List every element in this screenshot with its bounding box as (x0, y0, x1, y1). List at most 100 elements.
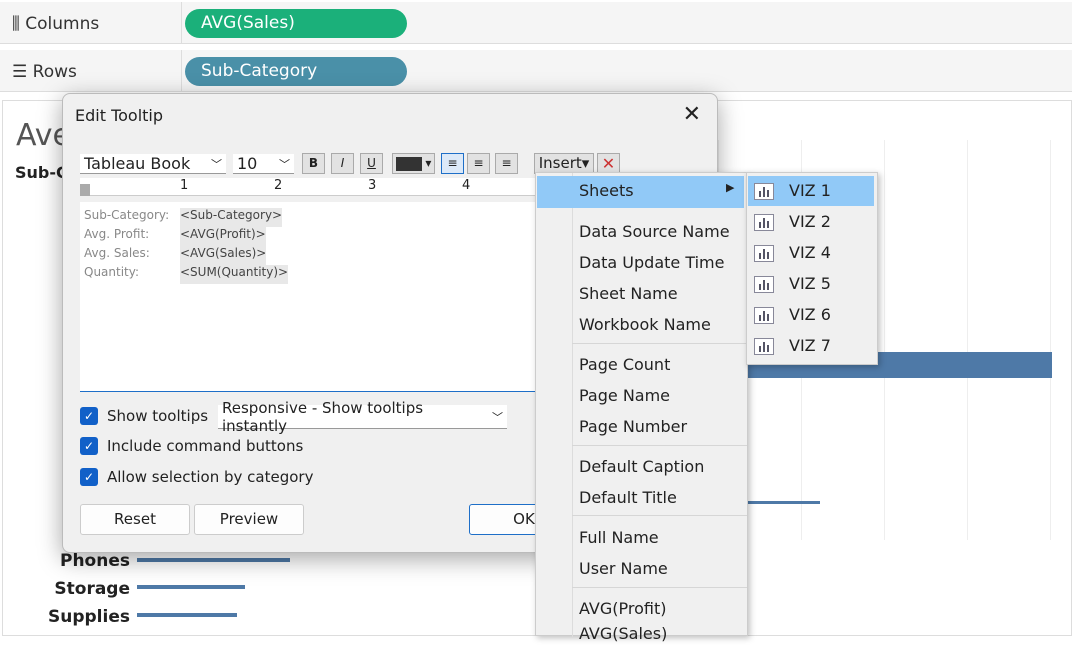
bold-button[interactable]: B (302, 153, 325, 174)
menu-item[interactable]: Page Name (579, 382, 670, 410)
tooltip-mode-select[interactable]: Responsive - Show tooltips instantly ﹀ (218, 399, 507, 435)
tooltip-mode-value: Responsive - Show tooltips instantly (222, 398, 424, 435)
menu-item[interactable]: Page Count (579, 351, 670, 379)
allow-selection-label: Allow selection by category (107, 468, 314, 486)
submenu-item[interactable]: VIZ 5 (748, 269, 874, 299)
submenu-label: VIZ 5 (789, 274, 831, 293)
menu-item[interactable]: Full Name (579, 524, 659, 552)
row-header: Sub-C (15, 163, 68, 182)
include-command-buttons-checkbox[interactable]: ✓ (80, 437, 98, 455)
ruler-mark: 1 (180, 178, 189, 193)
color-swatch (395, 156, 422, 171)
menu-item[interactable]: User Name (579, 555, 668, 583)
size-value: 10 (237, 154, 258, 173)
tooltip-editor[interactable]: Sub-Category: <Sub-Category> Avg. Profit:… (80, 202, 535, 392)
menu-item[interactable]: Default Title (579, 484, 677, 512)
menu-separator (572, 445, 747, 446)
indent-handle[interactable] (80, 184, 90, 196)
sheet-icon (754, 183, 774, 200)
gridline (1050, 140, 1051, 540)
menu-item[interactable]: Data Update Time (579, 249, 724, 277)
field-label: Avg. Profit: (84, 227, 150, 241)
insert-label: Insert (538, 154, 582, 172)
submenu-label: VIZ 6 (789, 305, 831, 324)
rows-shelf: ☰ Rows Sub-Category (0, 50, 1072, 92)
color-button[interactable]: ▾ (392, 153, 435, 174)
bar-supplies[interactable] (137, 613, 237, 617)
chevron-down-icon: ﹀ (492, 410, 503, 424)
ruler-mark: 4 (462, 178, 471, 193)
insert-menu: ▶ Sheets Data Source Name Data Update Time… (535, 172, 748, 643)
ruler[interactable]: 1 2 3 4 (80, 178, 535, 196)
submenu-item[interactable]: VIZ 4 (748, 238, 874, 268)
row-label-phones: Phones (60, 551, 130, 571)
submenu-label: VIZ 4 (789, 243, 831, 262)
menu-separator (572, 343, 747, 344)
menu-item[interactable]: Default Caption (579, 453, 704, 481)
field-token: <Sub-Category> (180, 208, 283, 227)
menu-item-sheets[interactable] (537, 176, 744, 208)
submenu-item[interactable]: VIZ 7 (748, 331, 874, 361)
submenu-item[interactable]: VIZ 6 (748, 300, 874, 330)
align-left-button[interactable]: ≡ (441, 153, 464, 174)
submenu-item[interactable]: VIZ 2 (748, 207, 874, 237)
sub-category-pill[interactable]: Sub-Category (185, 57, 407, 86)
columns-label: Columns (25, 14, 100, 34)
reset-button[interactable]: Reset (80, 504, 190, 535)
field-token: <AVG(Sales)> (180, 246, 267, 265)
editor-line: Avg. Sales: <AVG(Sales)> (84, 246, 531, 265)
avg-sales-pill[interactable]: AVG(Sales) (185, 9, 407, 38)
columns-icon: ⫼ Columns (12, 14, 100, 34)
insert-button[interactable]: Insert▾ (534, 153, 594, 174)
rows-label: Rows (32, 62, 77, 82)
chevron-down-icon: ﹀ (279, 157, 290, 171)
rows-icon: ☰ Rows (12, 62, 77, 82)
clear-icon[interactable]: ✕ (597, 153, 620, 174)
field-token: <AVG(Profit)> (180, 227, 266, 246)
editor-line: Sub-Category: <Sub-Category> (84, 208, 531, 227)
align-center-button[interactable]: ≡ (467, 153, 490, 174)
show-tooltips-checkbox[interactable]: ✓ (80, 407, 98, 425)
submenu-label: VIZ 7 (789, 336, 831, 355)
close-icon[interactable]: ✕ (683, 102, 701, 127)
align-right-button[interactable]: ≡ (495, 153, 518, 174)
menu-item[interactable]: Sheets (579, 177, 634, 205)
row-label-supplies: Supplies (48, 607, 130, 627)
ruler-mark: 3 (368, 178, 377, 193)
chevron-down-icon: ﹀ (211, 157, 222, 171)
include-command-buttons-label: Include command buttons (107, 437, 304, 455)
gridline (967, 140, 968, 540)
field-label: Avg. Sales: (84, 246, 150, 260)
columns-shelf: ⫼ Columns AVG(Sales) (0, 2, 1072, 44)
field-token: <SUM(Quantity)> (180, 265, 289, 284)
menu-item[interactable]: Sheet Name (579, 280, 678, 308)
submenu-item[interactable]: VIZ 1 (748, 176, 874, 206)
allow-selection-checkbox[interactable]: ✓ (80, 468, 98, 486)
editor-line: Avg. Profit: <AVG(Profit)> (84, 227, 531, 246)
menu-item[interactable]: AVG(Sales) (579, 620, 667, 648)
menu-separator (572, 587, 747, 588)
submenu-label: VIZ 1 (789, 181, 831, 200)
font-value: Tableau Book (84, 154, 191, 173)
field-label: Quantity: (84, 265, 140, 279)
sheet-icon (754, 338, 774, 355)
italic-button[interactable]: I (331, 153, 354, 174)
menu-item[interactable]: Page Number (579, 413, 687, 441)
chevron-right-icon: ▶ (726, 181, 735, 194)
bar-storage[interactable] (137, 585, 245, 589)
underline-button[interactable]: U (360, 153, 383, 174)
menu-item[interactable]: Workbook Name (579, 311, 711, 339)
menu-item[interactable]: Data Source Name (579, 218, 730, 246)
size-select[interactable]: 10 ﹀ (233, 154, 294, 174)
sheets-submenu: VIZ 1 VIZ 2 VIZ 4 VIZ 5 VIZ 6 VIZ 7 (746, 172, 878, 365)
row-label-storage: Storage (54, 579, 130, 599)
dialog-title: Edit Tooltip (75, 106, 164, 125)
menu-separator (572, 515, 747, 516)
font-select[interactable]: Tableau Book ﹀ (80, 154, 226, 174)
menu-item[interactable]: AVG(Profit) (579, 595, 666, 623)
sheet-icon (754, 214, 774, 231)
ruler-mark: 2 (274, 178, 283, 193)
preview-button[interactable]: Preview (194, 504, 304, 535)
bar-phones[interactable] (137, 558, 290, 562)
gridline (884, 140, 885, 540)
